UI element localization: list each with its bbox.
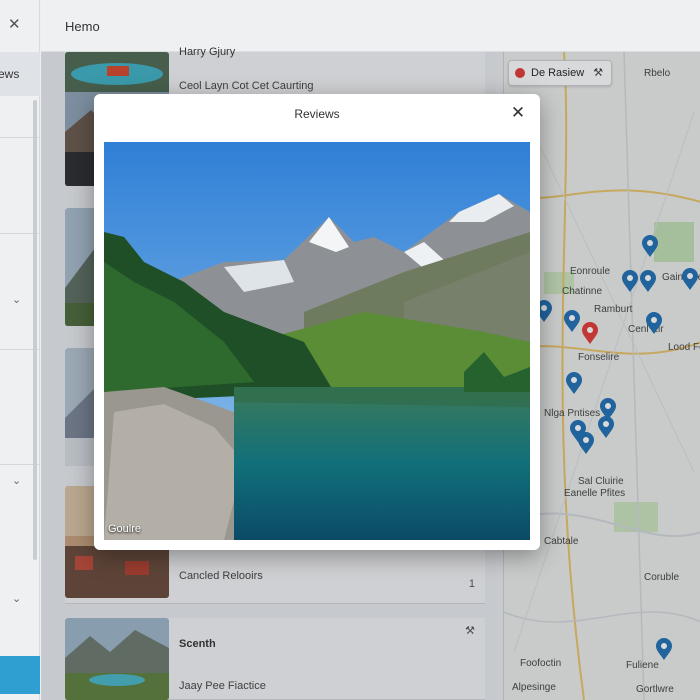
photo-caption: Goulre xyxy=(108,523,142,535)
top-header: Hemo xyxy=(41,0,700,52)
sidebar-scrollbar[interactable] xyxy=(33,100,37,560)
chevron-down-icon[interactable]: ⌄ xyxy=(12,592,21,605)
modal-title: Reviews xyxy=(294,107,340,121)
close-icon[interactable]: ✕ xyxy=(508,103,528,123)
sidebar-tab-reviews[interactable]: ews xyxy=(0,52,40,96)
reviews-modal: Reviews ✕ Goulre xyxy=(94,94,540,550)
mountain-lake-image xyxy=(104,142,530,540)
chevron-down-icon[interactable]: ⌄ xyxy=(12,474,21,487)
sidebar-active-item[interactable] xyxy=(0,656,40,694)
close-icon[interactable]: ✕ xyxy=(8,15,21,33)
page-title: Hemo xyxy=(65,19,100,34)
chevron-down-icon[interactable]: ⌄ xyxy=(12,293,21,306)
left-sidebar: ✕ ews ⌄ ⌄ ⌄ xyxy=(0,0,40,700)
review-photo[interactable]: Goulre xyxy=(104,142,530,540)
